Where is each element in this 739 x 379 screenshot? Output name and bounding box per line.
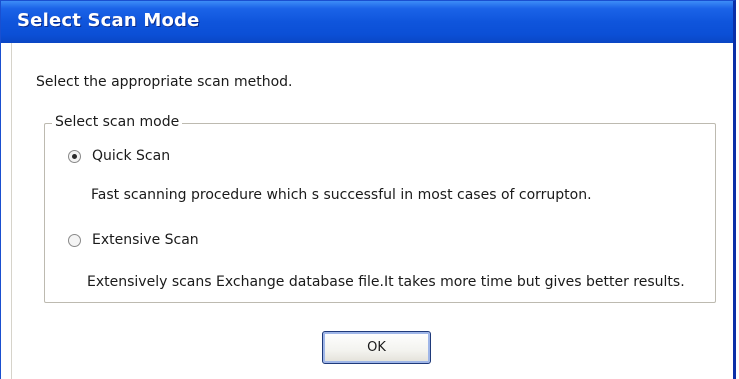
extensive-scan-description: Extensively scans Exchange database file… (87, 274, 685, 290)
title-bar[interactable]: Select Scan Mode (1, 1, 733, 43)
ok-button[interactable]: OK (322, 331, 431, 364)
quick-scan-description: Fast scanning procedure which s successf… (91, 187, 592, 203)
instruction-text: Select the appropriate scan method. (36, 74, 293, 90)
extensive-scan-radio[interactable] (68, 233, 81, 247)
extensive-scan-option[interactable]: Extensive Scan (68, 232, 199, 248)
quick-scan-radio[interactable] (68, 149, 81, 163)
extensive-scan-label[interactable]: Extensive Scan (92, 232, 199, 248)
quick-scan-option[interactable]: Quick Scan (68, 148, 170, 164)
quick-scan-label[interactable]: Quick Scan (92, 148, 170, 164)
window-title: Select Scan Mode (17, 10, 200, 31)
scan-mode-group-legend: Select scan mode (52, 114, 183, 130)
